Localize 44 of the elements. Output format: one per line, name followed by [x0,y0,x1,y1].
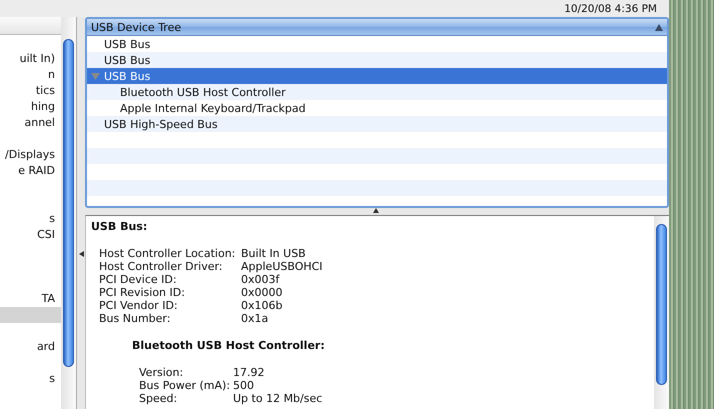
field-label: Host Controller Location: [99,247,236,260]
field-value: 0x0000 [241,286,284,299]
field-label: PCI Revision ID: [99,286,186,299]
sidebar-item[interactable]: CSI [0,227,61,243]
sort-triangle-icon[interactable] [655,24,663,30]
section-title: USB Bus: [91,220,148,233]
field-label: Bus Number: [99,312,172,325]
tree-row[interactable]: USB Bus [87,52,667,68]
scrollbar[interactable] [654,216,669,409]
sidebar-item[interactable]: hing [0,99,61,115]
field-label: PCI Vendor ID: [99,299,179,312]
scroll-thumb[interactable] [656,224,667,385]
tree-row[interactable]: USB Bus [87,68,667,84]
tree-header[interactable]: USB Device Tree [87,19,667,36]
sidebar-item[interactable]: s [0,211,61,227]
sidebar-item[interactable]: n [0,67,61,83]
field-label: Bus Power (mA): [139,379,232,392]
field-value: 17.92 [233,366,266,379]
field-label: Host Controller Driver: [99,260,224,273]
tree-row[interactable]: Bluetooth USB Host Controller [87,84,667,100]
column-header [0,17,61,35]
scroll-thumb[interactable] [63,39,74,367]
sidebar-item[interactable]: uilt In) [0,51,61,67]
tree-row[interactable]: USB High-Speed Bus [87,116,667,132]
field-value: 0x1a [241,312,270,325]
field-value: AppleUSBOHCI [241,260,324,273]
sidebar-item[interactable]: TA [0,291,61,307]
sidebar-item[interactable]: /Displays [0,147,61,163]
date-time: 10/20/08 4:36 PM [564,2,657,14]
sidebar-item[interactable]: e RAID [0,163,61,179]
sidebar-item[interactable]: annel [0,115,61,131]
scrollbar[interactable] [61,17,76,409]
field-value: 0x106b [241,299,284,312]
sidebar-item[interactable]: tics [0,83,61,99]
field-label: Speed: [139,392,178,405]
field-value: Up to 12 Mb/sec [233,392,324,405]
subsection-title: Bluetooth USB Host Controller: [132,339,326,352]
field-value: 500 [233,379,255,392]
sidebar-item[interactable]: s [0,371,61,387]
field-value: Built In USB [241,247,307,260]
field-label: Version: [139,366,184,379]
field-value: 0x003f [241,273,281,286]
field-label: PCI Device ID: [99,273,178,286]
sidebar-item[interactable]: ard [0,339,61,355]
